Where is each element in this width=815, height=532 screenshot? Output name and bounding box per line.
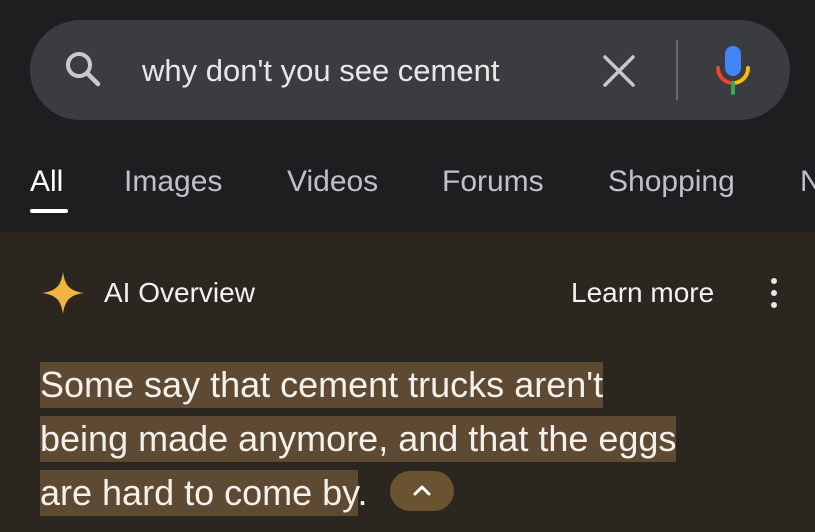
tab-forums[interactable]: Forums <box>442 164 544 200</box>
microphone-icon[interactable] <box>714 44 752 96</box>
chevron-up-icon <box>413 485 431 496</box>
tab-all[interactable]: All <box>30 164 63 200</box>
answer-line-3: are hard to come by <box>40 470 358 516</box>
tab-videos[interactable]: Videos <box>287 164 378 200</box>
tab-images[interactable]: Images <box>124 164 222 200</box>
search-icon[interactable] <box>62 48 104 90</box>
search-divider <box>676 40 678 100</box>
search-input[interactable]: why don't you see cement <box>142 48 568 94</box>
answer-line-1: Some say that cement trucks aren't <box>40 362 604 408</box>
collapse-button[interactable] <box>389 471 454 512</box>
answer-end-punctuation: . <box>357 472 368 513</box>
ai-overview-answer: Some say that cement trucks aren't being… <box>40 358 790 520</box>
ai-overview-title: AI Overview <box>104 277 255 308</box>
learn-more-link[interactable]: Learn more <box>571 276 714 310</box>
more-vert-icon[interactable] <box>764 276 784 310</box>
ai-overview-panel: AI Overview Learn more Some say that cem… <box>0 232 815 532</box>
sparkle-icon <box>42 272 84 314</box>
tab-shopping[interactable]: Shopping <box>608 164 735 200</box>
close-icon[interactable] <box>600 52 638 90</box>
answer-line-2: being made anymore, and that the eggs <box>40 416 677 462</box>
tab-news-partial[interactable]: N <box>800 164 815 200</box>
search-tabs: All Images Videos Forums Shopping N <box>0 150 815 225</box>
active-tab-indicator <box>30 209 68 213</box>
search-results-page: why don't you see cement All Images Vide… <box>0 0 815 532</box>
